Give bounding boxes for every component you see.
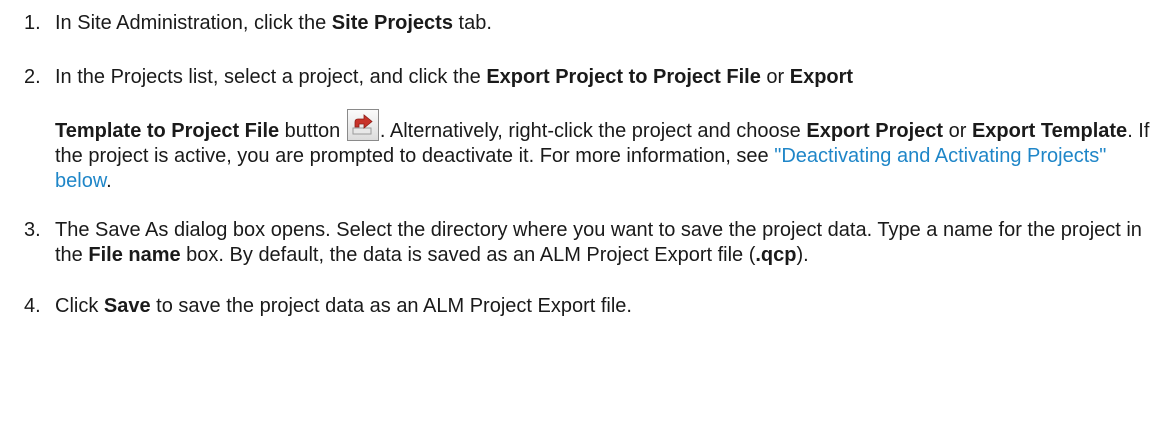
text-run: In Site Administration, click the: [55, 12, 332, 34]
step-3: 3. The Save As dialog box opens. Select …: [24, 218, 1154, 268]
file-extension: .qcp: [755, 244, 797, 266]
text-run: tab.: [452, 12, 492, 34]
text-run: to save the project data as an ALM Proje…: [150, 295, 632, 317]
text-run: button: [279, 120, 346, 142]
ui-term: Export Project: [806, 120, 944, 142]
step-number: 2.: [24, 66, 41, 88]
step-text: In Site Administration, click the Site P…: [55, 11, 1154, 36]
step-number: 3.: [24, 219, 41, 241]
step-text-continued: Template to Project File button . Altern…: [55, 109, 1154, 194]
instruction-steps: 1. In Site Administration, click the Sit…: [24, 0, 1154, 319]
export-arrow-icon: [352, 114, 373, 135]
step-number: 4.: [24, 295, 41, 317]
ui-term: Export Project to Project File: [486, 66, 761, 88]
text-run: In the Projects list, select a project, …: [55, 66, 487, 88]
export-project-icon[interactable]: [346, 109, 379, 141]
ui-term: File name: [88, 244, 181, 266]
ui-term: Save: [103, 295, 151, 317]
text-run: box. By default, the data is saved as an…: [180, 244, 756, 266]
step-text: Click Save to save the project data as a…: [55, 294, 1154, 319]
ui-term: Export: [789, 66, 854, 88]
ui-term: Template to Project File: [55, 120, 280, 142]
text-run: ).: [796, 244, 809, 266]
text-run: or: [943, 120, 972, 142]
step-number: 1.: [24, 12, 41, 34]
step-text: The Save As dialog box opens. Select the…: [55, 218, 1154, 268]
text-run: .: [106, 170, 112, 192]
step-text: In the Projects list, select a project, …: [55, 65, 1154, 90]
text-run: . Alternatively, right-click the project…: [379, 120, 807, 142]
ui-term: Export Template: [971, 120, 1128, 142]
step-2: 2. In the Projects list, select a projec…: [24, 65, 1154, 194]
text-run: Click: [55, 295, 104, 317]
ui-term: Site Projects: [331, 12, 453, 34]
step-1: 1. In Site Administration, click the Sit…: [24, 11, 1154, 36]
step-4: 4. Click Save to save the project data a…: [24, 294, 1154, 319]
text-run: or: [760, 66, 790, 88]
